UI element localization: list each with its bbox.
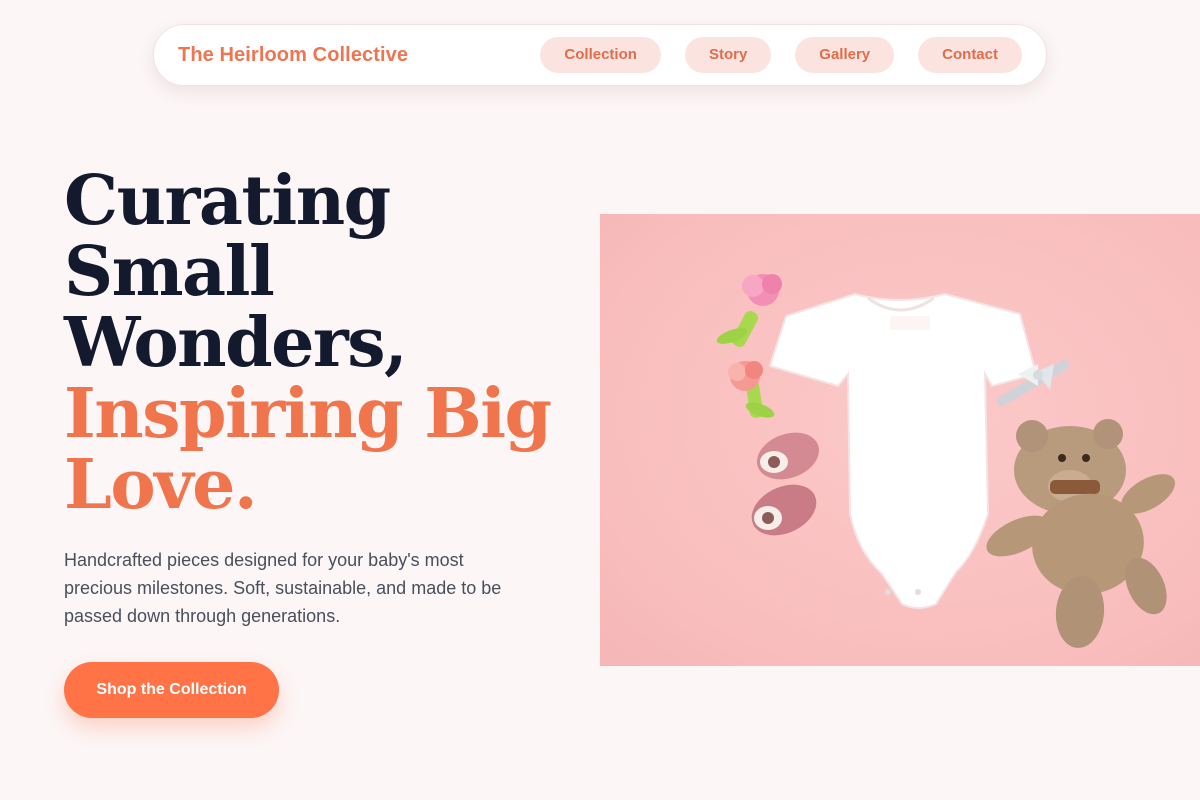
- shop-collection-button[interactable]: Shop the Collection: [64, 662, 279, 718]
- top-nav: The Heirloom Collective Collection Story…: [153, 24, 1047, 86]
- baby-booties-image: [751, 432, 819, 536]
- headline-line-2: Small: [64, 232, 275, 312]
- nav-links: Collection Story Gallery Contact: [540, 37, 1022, 73]
- teether-pink-image: [716, 274, 782, 347]
- hero-subtext: Handcrafted pieces designed for your bab…: [64, 550, 502, 626]
- hero-product-photo: [600, 214, 1200, 666]
- nav-link-contact[interactable]: Contact: [918, 37, 1022, 73]
- headline-line-3: Wonders,: [64, 303, 408, 383]
- nav-link-collection[interactable]: Collection: [540, 37, 661, 73]
- nav-link-story[interactable]: Story: [684, 37, 772, 73]
- hero-headline: Curating Small Wonders, Inspiring Big Lo…: [64, 166, 564, 521]
- headline-accent-line-2: Love.: [64, 445, 258, 525]
- teddy-bear-image: [986, 419, 1176, 648]
- headline-line-1: Curating: [64, 161, 391, 241]
- headline-accent-line-1: Inspiring Big: [64, 374, 552, 454]
- brand-logo-text[interactable]: The Heirloom Collective: [178, 44, 408, 67]
- nav-link-gallery[interactable]: Gallery: [795, 37, 895, 73]
- teether-peach-image: [728, 361, 775, 418]
